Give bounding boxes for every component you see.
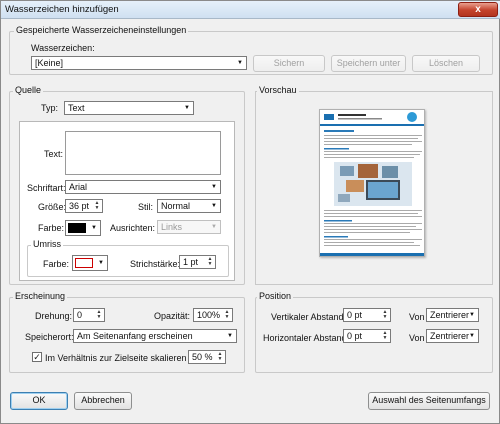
- location-label: Speicherort:: [25, 332, 74, 342]
- scale-spinner[interactable]: ▲ ▼: [216, 352, 224, 362]
- preview-legend: Vorschau: [257, 85, 299, 95]
- stroke-spinner[interactable]: ▲ ▼: [206, 257, 214, 267]
- chevron-down-icon: ▼: [469, 312, 475, 318]
- type-select[interactable]: Text ▼: [64, 101, 194, 115]
- position-legend: Position: [257, 291, 294, 301]
- style-select-value: Normal: [161, 201, 191, 211]
- vertical-offset-value: 0 pt: [347, 310, 363, 320]
- style-label: Stil:: [138, 202, 154, 212]
- rotation-label: Drehung:: [35, 311, 73, 321]
- chevron-down-icon: ▼: [184, 105, 190, 111]
- add-watermark-dialog: Wasserzeichen hinzufügen x Gespeicherte …: [0, 0, 500, 424]
- chevron-down-icon: ▼: [211, 203, 217, 209]
- chevron-down-icon: ▼: [469, 333, 475, 339]
- horizontal-from-label: Von: [409, 333, 425, 343]
- preview-page-thumbnail: [319, 109, 425, 257]
- stroke-label: Strichstärke:: [130, 259, 181, 269]
- outline-color-label: Farbe:: [43, 259, 70, 269]
- chevron-down-icon: ▼: [237, 60, 243, 66]
- scale-input-value: 50 %: [192, 352, 213, 362]
- opacity-input-value: 100%: [197, 310, 221, 320]
- vertical-offset-input[interactable]: 0 pt ▲ ▼: [343, 308, 391, 322]
- watermark-select[interactable]: [Keine] ▼: [31, 56, 247, 70]
- spin-down-icon[interactable]: ▼: [216, 357, 224, 362]
- color-label: Farbe:: [38, 223, 65, 233]
- page-range-button[interactable]: Auswahl des Seitenumfangs: [368, 392, 490, 410]
- horizontal-offset-value: 0 pt: [347, 331, 363, 341]
- outline-color-swatch: [75, 258, 93, 268]
- rotation-input-value: 0: [77, 310, 83, 320]
- chevron-down-icon: ▼: [91, 225, 97, 231]
- scale-input[interactable]: 50 % ▲ ▼: [188, 350, 226, 364]
- vertical-from-label: Von: [409, 312, 425, 322]
- horizontal-offset-input[interactable]: 0 pt ▲ ▼: [343, 329, 391, 343]
- cancel-button[interactable]: Abbrechen: [74, 392, 132, 410]
- horizontal-from-value: Zentrierer: [430, 331, 470, 341]
- spin-down-icon[interactable]: ▼: [381, 315, 389, 320]
- text-label: Text:: [44, 149, 64, 159]
- window-title: Wasserzeichen hinzufügen: [5, 4, 119, 15]
- watermark-text-input[interactable]: [65, 131, 221, 175]
- size-input-value: 36 pt: [69, 201, 90, 211]
- spin-down-icon[interactable]: ▼: [223, 315, 231, 320]
- font-select-value: Arial: [69, 182, 88, 192]
- size-label: Größe:: [38, 202, 67, 212]
- save-as-button[interactable]: Speichern unter: [331, 55, 406, 72]
- outline-color-picker[interactable]: ▼: [72, 255, 108, 271]
- watermark-select-value: [Keine]: [35, 58, 64, 68]
- document-preview-icon: [320, 110, 424, 256]
- align-select[interactable]: Links ▼: [157, 220, 221, 234]
- opacity-input[interactable]: 100% ▲ ▼: [193, 308, 233, 322]
- title-bar[interactable]: Wasserzeichen hinzufügen x: [1, 1, 500, 19]
- source-legend: Quelle: [13, 85, 44, 95]
- spin-down-icon[interactable]: ▼: [206, 262, 214, 267]
- opacity-label: Opazität:: [154, 311, 191, 321]
- align-label: Ausrichten:: [110, 223, 156, 233]
- size-spinner[interactable]: ▲ ▼: [93, 201, 101, 211]
- outline-legend: Umriss: [31, 239, 63, 249]
- size-input[interactable]: 36 pt ▲ ▼: [65, 199, 103, 213]
- text-color-swatch: [68, 223, 86, 233]
- appearance-legend: Erscheinung: [13, 291, 68, 301]
- close-button[interactable]: x: [458, 2, 498, 17]
- vertical-offset-spinner[interactable]: ▲ ▼: [381, 310, 389, 320]
- watermark-label: Wasserzeichen:: [31, 43, 95, 53]
- spin-down-icon[interactable]: ▼: [93, 206, 101, 211]
- saved-settings-legend: Gespeicherte Wasserzeicheneinstellungen: [14, 25, 189, 35]
- style-select[interactable]: Normal ▼: [157, 199, 221, 213]
- scale-checkbox[interactable]: ✓: [32, 352, 42, 362]
- chevron-down-icon: ▼: [227, 333, 233, 339]
- rotation-spinner[interactable]: ▲ ▼: [95, 310, 103, 320]
- horizontal-from-select[interactable]: Zentrierer ▼: [426, 329, 479, 343]
- align-select-value: Links: [161, 222, 183, 232]
- chevron-down-icon: ▼: [211, 184, 217, 190]
- delete-button[interactable]: Löschen: [412, 55, 480, 72]
- location-select-value: Am Seitenanfang erscheinen: [77, 331, 193, 341]
- type-label: Typ:: [41, 103, 59, 113]
- horizontal-offset-label: Horizontaler Abstand:: [263, 333, 350, 343]
- stroke-input[interactable]: 1 pt ▲ ▼: [179, 255, 216, 269]
- location-select[interactable]: Am Seitenanfang erscheinen ▼: [73, 329, 237, 343]
- scale-checkbox-label: Im Verhältnis zur Zielseite skalieren: [45, 353, 187, 363]
- opacity-spinner[interactable]: ▲ ▼: [223, 310, 231, 320]
- spin-down-icon[interactable]: ▼: [95, 315, 103, 320]
- ok-button[interactable]: OK: [10, 392, 68, 410]
- font-select[interactable]: Arial ▼: [65, 180, 221, 194]
- type-select-value: Text: [68, 103, 85, 113]
- stroke-input-value: 1 pt: [183, 257, 199, 267]
- spin-down-icon[interactable]: ▼: [381, 336, 389, 341]
- vertical-offset-label: Vertikaler Abstand:: [271, 312, 347, 322]
- font-label: Schriftart:: [27, 183, 66, 193]
- vertical-from-select[interactable]: Zentrierer ▼: [426, 308, 479, 322]
- chevron-down-icon: ▼: [98, 260, 104, 266]
- rotation-input[interactable]: 0 ▲ ▼: [73, 308, 105, 322]
- text-color-picker[interactable]: ▼: [65, 220, 101, 236]
- vertical-from-value: Zentrierer: [430, 310, 470, 320]
- chevron-down-icon: ▼: [211, 224, 217, 230]
- save-button[interactable]: Sichern: [253, 55, 325, 72]
- horizontal-offset-spinner[interactable]: ▲ ▼: [381, 331, 389, 341]
